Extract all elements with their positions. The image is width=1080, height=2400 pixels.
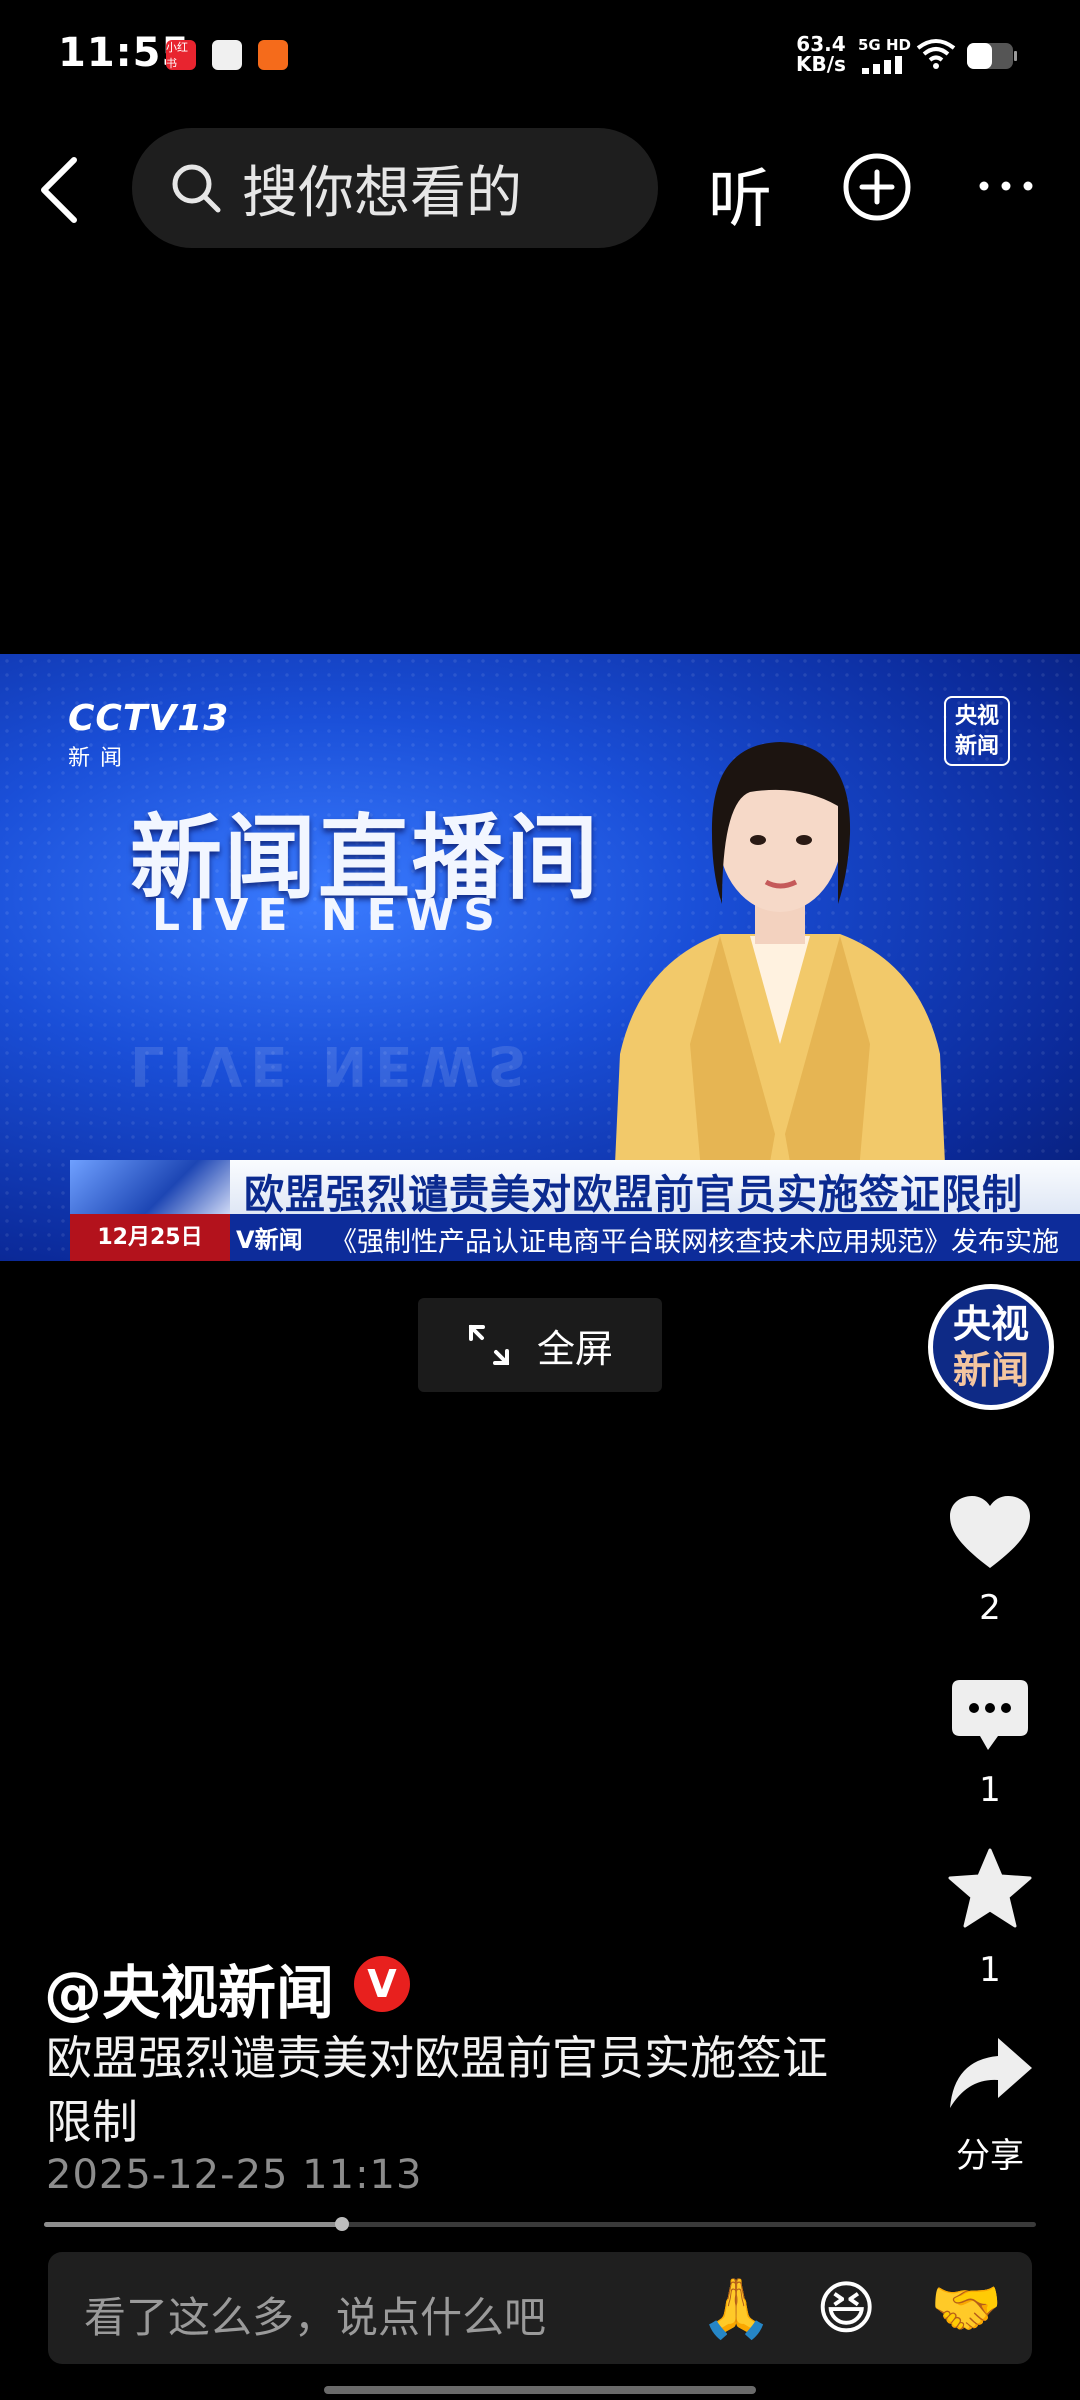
avatar-line1: 央视 — [952, 1302, 1029, 1346]
favorite-star-icon[interactable] — [948, 1848, 1032, 1930]
search-placeholder: 搜你想看的 — [242, 160, 522, 226]
xiaohongshu-notification-icon: 小红书 — [166, 40, 196, 70]
add-button[interactable] — [842, 152, 912, 222]
fullscreen-label: 全屏 — [536, 1326, 613, 1371]
share-label: 分享 — [956, 2136, 1024, 2176]
handshake-emoji-button[interactable]: 🤝 — [930, 2276, 1002, 2340]
comment-icon[interactable] — [950, 1678, 1030, 1754]
back-button[interactable] — [30, 150, 90, 230]
fullscreen-button[interactable]: 全屏 — [418, 1298, 662, 1392]
more-options-button[interactable] — [976, 166, 1036, 206]
video-progress-fill — [44, 2222, 342, 2227]
like-heart-icon[interactable] — [948, 1494, 1032, 1570]
news-headline: 欧盟强烈谴责美对欧盟前官员实施签证限制 — [244, 1172, 1023, 1218]
network-speed-value: 63.4 — [796, 32, 846, 56]
channel-avatar[interactable]: 央视 新闻 — [928, 1284, 1054, 1410]
home-indicator[interactable] — [324, 2386, 756, 2394]
network-speed-unit: KB/s — [796, 52, 846, 76]
verified-badge: V — [354, 1956, 410, 2012]
listen-button[interactable]: 听 — [708, 148, 772, 240]
signal-icon — [862, 56, 902, 74]
video-progress-handle[interactable] — [335, 2217, 349, 2231]
headline-thumbnail — [70, 1160, 230, 1214]
program-subtitle-reflection: LIVE NEWS — [130, 1034, 535, 1097]
program-subtitle: LIVE NEWS — [152, 890, 504, 941]
network-speed: 63.4 KB/s — [796, 34, 846, 74]
video-player[interactable]: CCTV13 新闻 央视 新闻 新闻直播间 LIVE NEWS LIVE NEW… — [0, 654, 1080, 1261]
avatar-line2: 新闻 — [952, 1348, 1029, 1392]
network-type: 5G HD — [858, 36, 911, 54]
search-input[interactable]: 搜你想看的 — [132, 128, 658, 248]
cctv-channel-label: 新闻 — [68, 746, 133, 771]
laugh-emoji-button[interactable]: 😆 — [816, 2276, 876, 2340]
cctv-logo: CCTV13 — [68, 698, 230, 739]
video-description[interactable]: 欧盟强烈谴责美对欧盟前官员实施签证限制 — [46, 2026, 846, 2154]
ticker-source: V新闻 — [236, 1226, 303, 1254]
channel-avatar-text: 央视 新闻 — [953, 1301, 1029, 1393]
expand-icon — [468, 1325, 509, 1365]
pray-emoji-button[interactable]: 🙏 — [700, 2276, 772, 2340]
ticker-datetime: 12月25日09:52 — [70, 1214, 230, 1261]
battery-icon — [967, 43, 1017, 69]
wifi-icon — [916, 39, 956, 69]
comment-count: 1 — [979, 1770, 1001, 1810]
comment-placeholder: 看了这么多，说点什么吧 — [84, 2293, 547, 2342]
like-count: 2 — [979, 1588, 1001, 1628]
ticker-text: 《强制性产品认证电商平台联网核查技术应用规范》发布实施 — [330, 1227, 1059, 1258]
favorite-count: 1 — [979, 1950, 1001, 1990]
author-name[interactable]: @央视新闻 — [44, 1946, 334, 2030]
app-notification-icon — [212, 40, 242, 70]
app-notification-icon-2 — [258, 40, 288, 70]
post-date: 2025-12-25 11:13 — [46, 2152, 423, 2198]
search-icon — [172, 164, 221, 213]
share-arrow-icon[interactable] — [948, 2036, 1034, 2110]
